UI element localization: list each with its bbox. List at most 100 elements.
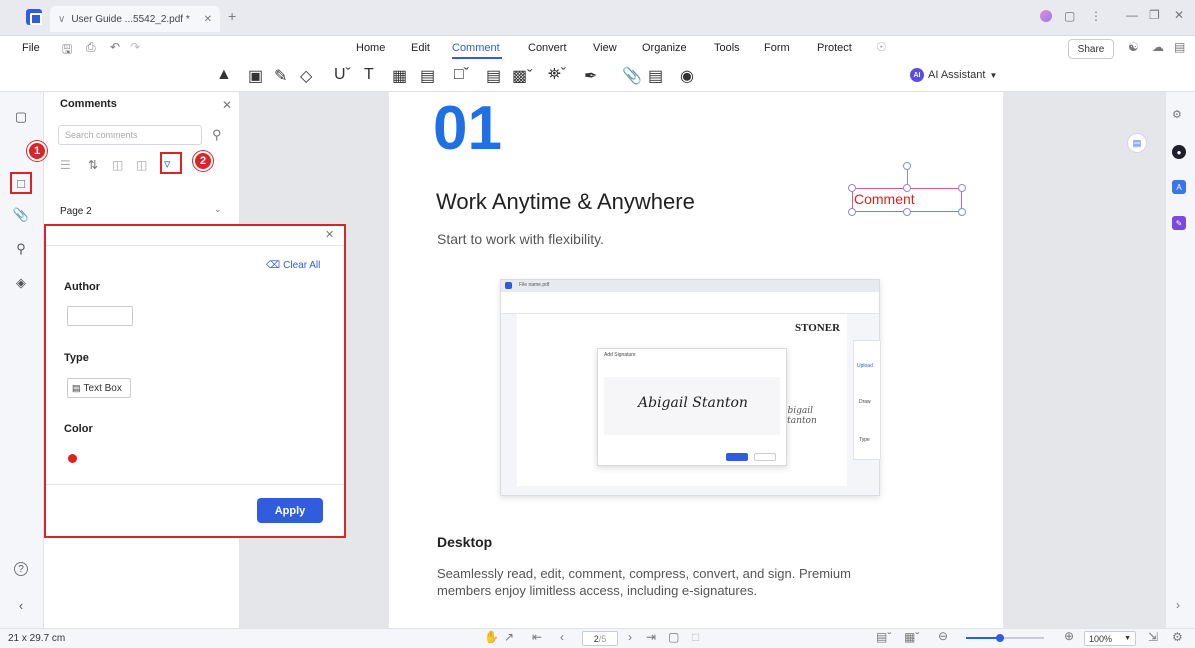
menu-tools[interactable]: Tools	[714, 42, 740, 54]
attachment-icon[interactable]: 📎	[622, 66, 642, 86]
rotate-page-icon[interactable]: ▢	[668, 630, 679, 644]
save-icon[interactable]: 🖫	[62, 40, 72, 61]
select-tool-icon[interactable]: ↗	[504, 630, 514, 644]
comment-list-icon[interactable]: ▤	[648, 66, 663, 86]
sticky-note-icon[interactable]: ▤	[486, 66, 501, 86]
stamp-icon[interactable]: ⛯ˇ	[548, 66, 566, 84]
clear-all-link[interactable]: ⌫ Clear All	[266, 260, 320, 271]
minimize-button[interactable]: —	[1126, 8, 1138, 22]
text-icon[interactable]: T	[364, 66, 374, 84]
type-chip-text-box[interactable]: ▤ Text Box	[67, 378, 131, 398]
last-page-icon[interactable]: ⇥	[646, 630, 656, 644]
eraser-icon[interactable]: ◇	[300, 66, 312, 86]
area-icon[interactable]: ▩ˇ	[512, 66, 532, 86]
view-mode-icon[interactable]: ▦ˇ	[904, 630, 919, 644]
message-icon[interactable]: ▢	[1064, 9, 1075, 23]
zoom-in-icon[interactable]: ⊕	[1064, 629, 1074, 643]
collaborate-icon[interactable]: ☯	[1128, 40, 1139, 54]
menu-view[interactable]: View	[593, 42, 617, 54]
avatar-icon[interactable]	[1040, 10, 1052, 22]
zoom-slider[interactable]	[966, 634, 1044, 642]
file-menu[interactable]: File	[22, 42, 40, 54]
filter-close-icon[interactable]: ✕	[325, 228, 334, 241]
translate-sidebar-icon[interactable]: A	[1172, 180, 1186, 194]
page-display-icon[interactable]: ▤ˇ	[876, 630, 891, 644]
resize-handle-bl[interactable]	[848, 208, 856, 216]
print-icon[interactable]: ⎙	[86, 40, 96, 55]
eye-icon[interactable]: ◉	[680, 66, 694, 86]
list-view-icon[interactable]: ☰	[60, 158, 71, 172]
layers-icon[interactable]: ◈	[12, 274, 30, 292]
color-dot-red[interactable]	[68, 454, 77, 463]
highlight-icon[interactable]: ▲	[216, 66, 232, 84]
resize-handle-tr[interactable]	[958, 184, 966, 192]
menu-form[interactable]: Form	[764, 42, 790, 54]
app-logo-icon	[26, 9, 42, 25]
chat-icon[interactable]: ●	[1172, 145, 1186, 159]
zoom-out-icon[interactable]: ⊖	[938, 629, 948, 643]
menu-protect[interactable]: Protect	[817, 42, 852, 54]
lightbulb-icon[interactable]: ☉	[876, 40, 887, 54]
close-window-button[interactable]: ✕	[1174, 8, 1184, 22]
fullscreen-icon[interactable]: ⇲	[1148, 630, 1158, 644]
panel-toggle-icon[interactable]: ▤	[1174, 40, 1185, 54]
resize-handle-br[interactable]	[958, 208, 966, 216]
author-input[interactable]	[67, 306, 133, 326]
translate-icon[interactable]: ▤	[1127, 133, 1147, 153]
menu-comment[interactable]: Comment	[452, 42, 500, 54]
first-page-icon[interactable]: ⇤	[532, 630, 542, 644]
undo-icon[interactable]: ↶	[110, 40, 120, 54]
document-tab[interactable]: ∨ User Guide ...5542_2.pdf * ✕	[50, 6, 220, 32]
share-button[interactable]: Share	[1068, 39, 1114, 59]
ai-assistant-button[interactable]: AI AI Assistant ▼	[910, 68, 997, 82]
shape-icon[interactable]: □ˇ	[454, 66, 469, 84]
apply-button[interactable]: Apply	[257, 498, 323, 523]
menu-convert[interactable]: Convert	[528, 42, 567, 54]
hand-tool-icon[interactable]: ✋	[484, 630, 499, 644]
note-icon[interactable]: ▣	[248, 66, 263, 86]
search-icon[interactable]: ⚲	[12, 240, 30, 258]
search-comments-input[interactable]: Search comments	[58, 125, 202, 145]
page-number-input[interactable]: 2/5	[582, 631, 618, 646]
thumbnails-icon[interactable]: ▢	[12, 108, 30, 126]
edit-sidebar-icon[interactable]: ✎	[1172, 216, 1186, 230]
redo-icon[interactable]: ↷	[130, 40, 140, 54]
rotate-handle[interactable]	[903, 162, 911, 170]
resize-handle-tl[interactable]	[848, 184, 856, 192]
zoom-slider-thumb[interactable]	[996, 634, 1004, 642]
sort-icon[interactable]: ⇅	[88, 158, 98, 172]
new-tab-button[interactable]: +	[228, 8, 236, 24]
properties-icon[interactable]: ⚙	[1172, 108, 1182, 121]
embedded-logo-icon	[505, 282, 512, 289]
tab-close-icon[interactable]: ✕	[204, 14, 212, 25]
resize-handle-tm[interactable]	[903, 184, 911, 192]
attachments-icon[interactable]: 📎	[12, 206, 30, 224]
collapse-left-icon[interactable]: ‹	[12, 596, 30, 614]
prev-page-icon[interactable]: ‹	[560, 630, 564, 644]
expand-icon[interactable]: ◫	[112, 158, 123, 172]
page-group-chevron-icon[interactable]: ⌄	[214, 204, 222, 215]
maximize-button[interactable]: ❐	[1149, 8, 1160, 22]
comments-close-icon[interactable]: ✕	[222, 98, 232, 112]
search-comments-icon[interactable]: ⚲	[212, 127, 222, 143]
help-icon[interactable]: ?	[14, 562, 28, 576]
cloud-icon[interactable]: ☁	[1152, 40, 1164, 54]
fit-page-icon[interactable]: □	[692, 630, 699, 644]
comments-panel-icon[interactable]: □	[10, 172, 32, 194]
text-callout-icon[interactable]: ▤	[420, 66, 435, 86]
resize-handle-bm[interactable]	[903, 208, 911, 216]
expand-right-icon[interactable]: ›	[1176, 598, 1180, 612]
text-box-icon[interactable]: ▦	[392, 66, 407, 86]
zoom-select[interactable]: 100% ▼	[1084, 631, 1136, 646]
more-menu-icon[interactable]: ⋮	[1090, 9, 1102, 23]
next-page-icon[interactable]: ›	[628, 630, 632, 644]
filter-icon[interactable]: ▿	[164, 156, 171, 172]
sign-icon[interactable]: ✒	[584, 66, 597, 86]
menu-home[interactable]: Home	[356, 42, 385, 54]
underline-icon[interactable]: Uˇ	[334, 66, 351, 84]
collapse-icon[interactable]: ◫	[136, 158, 147, 172]
pencil-icon[interactable]: ✎	[274, 66, 287, 86]
menu-organize[interactable]: Organize	[642, 42, 687, 54]
settings-status-icon[interactable]: ⚙	[1172, 630, 1183, 644]
menu-edit[interactable]: Edit	[411, 42, 430, 54]
